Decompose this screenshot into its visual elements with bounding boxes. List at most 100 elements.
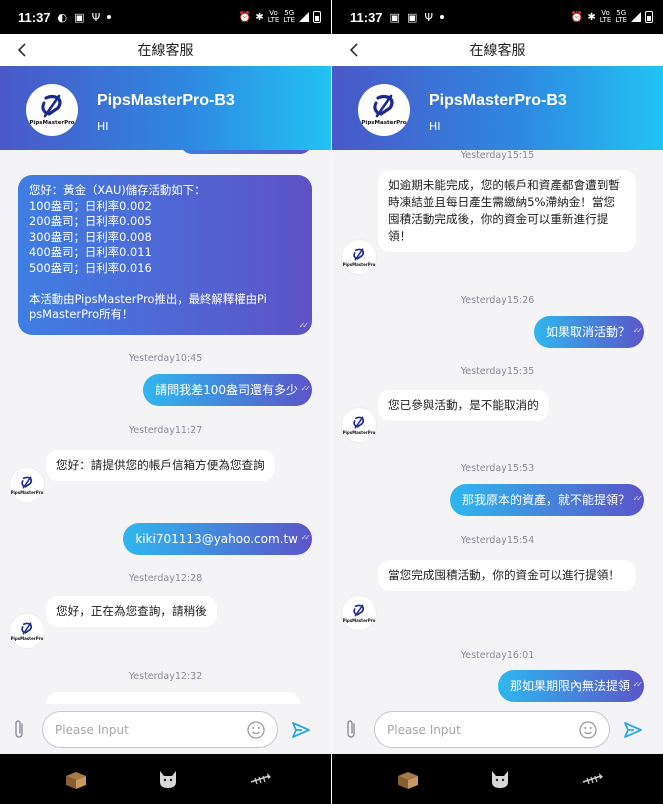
promo-line: 本活動由PipsMasterPro推出，最終解釋權由Pi xyxy=(29,291,267,306)
right-phone-screen: 11:37 ▣ ▣ Ψ ⏰ ✱ Vo LTE 5G LTE 在線客服 PipsM… xyxy=(332,0,663,804)
signal-icon xyxy=(299,12,309,22)
agent-avatar-small: PipsMasterPro xyxy=(342,408,376,442)
promo-line: 300盎司；日利率0.008 xyxy=(29,229,152,244)
network-5g-icon: 5G LTE xyxy=(283,9,295,24)
message-text: 如逾期未能完成，您的帳戶和資產都會遭到暫時凍結並且每日產生需繳納5%滯納金！當您… xyxy=(388,178,620,243)
logo-text: PipsMasterPro xyxy=(10,489,44,495)
agent-header: PipsMasterPro PipsMasterPro-B3 HI xyxy=(0,66,331,150)
timestamp: Yesterday12:32 xyxy=(128,671,203,682)
timestamp: Yesterday15:15 xyxy=(460,150,535,161)
send-icon[interactable] xyxy=(291,720,311,740)
chat-area[interactable]: ✓✓ 您好：黃金（XAU)儲存活動如下： 100盎司；日利率0.002 200盎… xyxy=(0,150,331,704)
system-icons: ⏰ ✱ Vo LTE 5G LTE xyxy=(571,10,653,24)
chevron-left-icon[interactable] xyxy=(346,41,364,59)
system-nav-bar xyxy=(0,754,331,804)
agent-message-bubble: 當您完成囤積活動，你的資金可以進行提領！ xyxy=(378,560,636,591)
user-message-bubble: 那如果期限內無法提領 ✓✓ xyxy=(497,670,644,702)
promo-line: 100盎司；日利率0.002 xyxy=(29,198,152,213)
read-check-icon: ✓✓ xyxy=(300,533,312,542)
message-input[interactable] xyxy=(374,711,610,748)
logo-text: PipsMasterPro xyxy=(361,120,407,126)
agent-avatar-small: PipsMasterPro xyxy=(342,596,376,630)
logo-text: PipsMasterPro xyxy=(10,635,44,641)
user-message-bubble: 請問我差100盎司還有多少 ✓✓ xyxy=(143,374,312,406)
box-icon[interactable] xyxy=(396,768,420,790)
nav-bar: 在線客服 xyxy=(332,34,663,66)
chat-icon: ◐ xyxy=(57,10,71,24)
timestamp: Yesterday11:27 xyxy=(128,425,203,436)
read-check-icon: ✓✓ xyxy=(632,494,644,503)
send-icon[interactable] xyxy=(623,720,643,740)
read-check-icon: ✓✓ xyxy=(300,384,312,393)
agent-name: PipsMasterPro-B3 xyxy=(97,92,235,109)
read-check-icon: ✓✓ xyxy=(301,150,312,153)
cat-icon[interactable] xyxy=(156,768,180,790)
box-icon[interactable] xyxy=(64,768,88,790)
page-title: 在線客服 xyxy=(469,43,526,59)
nav-bar: 在線客服 xyxy=(0,34,331,66)
user-message-bubble: 那我原本的資產，就不能提領？ ✓✓ xyxy=(449,484,644,516)
promo-line: 400盎司；日利率0.011 xyxy=(29,245,152,259)
alarm-icon: ⏰ xyxy=(570,11,584,23)
agent-message-bubble: 您好：請提供您的帳戶信箱方便為您查詢 xyxy=(46,450,275,481)
agent-message-bubble: 如逾期未能完成，您的帳戶和資產都會遭到暫時凍結並且每日產生需繳納5%滯納金！當您… xyxy=(378,170,636,252)
volte-icon: Vo LTE xyxy=(599,9,612,24)
status-time: 11:37 xyxy=(350,9,383,25)
read-check-icon: ✓✓ xyxy=(298,320,310,330)
signal-icon xyxy=(631,12,641,22)
antenna-icon: Ψ xyxy=(424,10,437,24)
message-input[interactable] xyxy=(42,711,278,748)
agent-avatar-small: PipsMasterPro xyxy=(10,614,44,648)
cat-icon[interactable] xyxy=(488,768,512,790)
system-nav-bar xyxy=(332,754,663,804)
timestamp: Yesterday10:45 xyxy=(128,353,203,364)
dot-icon xyxy=(107,15,112,19)
user-message-bubble: 如果取消活動？ ✓✓ xyxy=(533,316,644,348)
notification-icons: ▣ ▣ Ψ xyxy=(389,10,445,24)
network-5g-icon: 5G LTE xyxy=(615,9,627,24)
left-phone-screen: 11:37 ◐ ▣ Ψ ⏰ ✱ Vo LTE 5G LTE 在線客服 PipsM… xyxy=(0,0,331,804)
agent-avatar-small: PipsMasterPro xyxy=(10,468,44,502)
agent-message-bubble: 您已參與活動，是不能取消的 xyxy=(378,390,549,421)
pipsmasterpro-logo-icon xyxy=(353,247,365,261)
message-text: 那如果期限內無法提領 xyxy=(509,679,630,693)
paperclip-icon[interactable] xyxy=(12,718,26,740)
bluetooth-icon: ✱ xyxy=(255,11,264,23)
image-icon: ▣ xyxy=(389,10,403,24)
pipsmasterpro-logo-icon xyxy=(373,94,394,118)
message-text: 您好：請提供您的帳戶信箱方便為您查詢 xyxy=(56,458,265,472)
message-text: kiki701113@yahoo.com.tw xyxy=(135,532,298,546)
promo-message-bubble: 您好：黃金（XAU)儲存活動如下： 100盎司；日利率0.002 200盎司；日… xyxy=(18,175,312,335)
logo-text: PipsMasterPro xyxy=(342,261,376,267)
bluetooth-icon: ✱ xyxy=(587,11,596,23)
input-bar xyxy=(332,704,663,754)
pipsmasterpro-logo-icon xyxy=(41,94,62,118)
alarm-icon: ⏰ xyxy=(238,11,252,23)
read-check-icon: ✓✓ xyxy=(632,680,644,689)
pipsmasterpro-logo-icon xyxy=(21,475,33,489)
agent-message-bubble: 您好，正在為您查詢，請稍後 xyxy=(46,596,217,627)
chat-area[interactable]: Yesterday15:15 如逾期未能完成，您的帳戶和資產都會遭到暫時凍結並且… xyxy=(332,150,663,704)
logo-text: PipsMasterPro xyxy=(342,429,376,435)
chevron-left-icon[interactable] xyxy=(14,41,32,59)
timestamp: Yesterday15:54 xyxy=(460,535,535,546)
status-time: 11:37 xyxy=(18,9,51,25)
message-text: 您已參與活動，是不能取消的 xyxy=(388,398,539,412)
system-icons: ⏰ ✱ Vo LTE 5G LTE xyxy=(239,10,321,24)
promo-spacer xyxy=(29,276,301,292)
page-title: 在線客服 xyxy=(137,43,194,59)
message-text: 如果取消活動？ xyxy=(545,325,630,339)
message-text: 那我原本的資產，就不能提領？ xyxy=(461,493,630,507)
paperclip-icon[interactable] xyxy=(344,718,358,740)
smiley-icon[interactable] xyxy=(247,721,265,739)
smiley-icon[interactable] xyxy=(579,721,597,739)
pipsmasterpro-logo-icon xyxy=(21,621,33,635)
agent-subtitle: HI xyxy=(97,120,109,133)
timestamp: Yesterday15:53 xyxy=(460,463,535,474)
timestamp: Yesterday15:26 xyxy=(460,295,535,306)
pipsmasterpro-logo-icon xyxy=(353,415,365,429)
partial-message-bubble: ✓✓ xyxy=(180,150,312,154)
fish-bone-icon[interactable] xyxy=(581,768,605,790)
user-message-bubble: kiki701113@yahoo.com.tw ✓✓ xyxy=(123,523,312,555)
fish-bone-icon[interactable] xyxy=(249,768,273,790)
